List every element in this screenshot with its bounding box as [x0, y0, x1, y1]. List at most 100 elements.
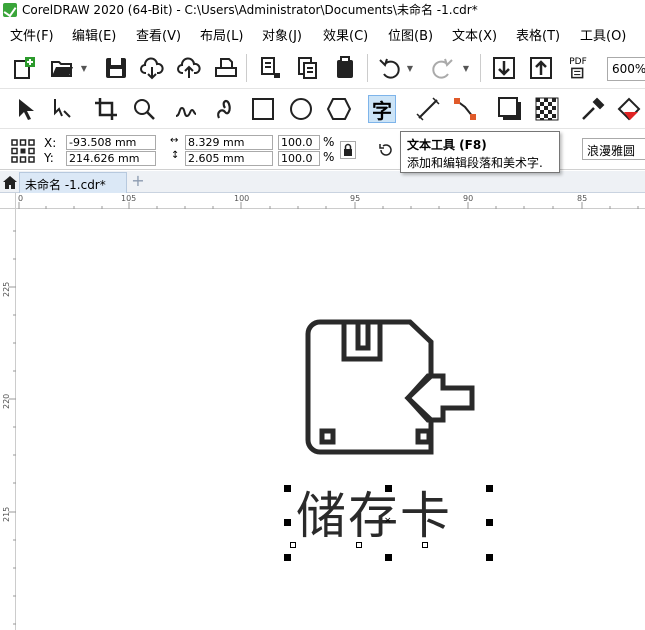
floppy-disk-artwork[interactable]	[298, 312, 483, 464]
menu-view[interactable]: 查看(V)	[136, 25, 181, 44]
cloud-upload-button[interactable]	[175, 54, 203, 82]
arrow-up-box-icon	[530, 57, 552, 79]
pick-tool-button[interactable]	[10, 95, 38, 123]
new-document-icon	[14, 57, 35, 79]
redo-button[interactable]	[428, 54, 456, 82]
shape-tool-button[interactable]	[48, 95, 76, 123]
dimension-tool-button[interactable]	[414, 95, 442, 123]
artwork-text[interactable]: 储存卡	[296, 486, 496, 546]
save-button[interactable]	[102, 54, 130, 82]
font-list-field[interactable]: 浪漫雅圆	[582, 138, 645, 160]
menu-layout[interactable]: 布局(L)	[200, 25, 243, 44]
home-icon[interactable]	[2, 174, 18, 190]
text-tool-button[interactable]: 字	[368, 95, 396, 123]
scale-width-field[interactable]: 100.0	[278, 135, 320, 150]
add-tab-icon[interactable]: +	[130, 173, 146, 190]
menu-edit[interactable]: 编辑(E)	[72, 25, 116, 44]
document-tab[interactable]: 未命名 -1.cdr*	[19, 172, 127, 193]
vertical-ruler[interactable]: 225 220 215	[0, 209, 16, 630]
redo-dropdown[interactable]: ▼	[462, 54, 470, 82]
y-position-field[interactable]: 214.626 mm	[66, 151, 156, 166]
menu-table[interactable]: 表格(T)	[516, 25, 560, 44]
selection-handle[interactable]	[284, 485, 291, 492]
selection-handle[interactable]	[486, 554, 493, 561]
eyedropper-icon	[582, 97, 605, 120]
object-origin-icon[interactable]	[11, 139, 35, 163]
import-button[interactable]	[257, 54, 285, 82]
open-button[interactable]	[48, 54, 76, 82]
height-field[interactable]: 2.605 mm	[185, 151, 273, 166]
x-position-field[interactable]: -93.508 mm	[66, 135, 156, 150]
selection-handle[interactable]	[284, 554, 291, 561]
selection-handle[interactable]	[284, 519, 291, 526]
connector-tool-button[interactable]	[451, 95, 479, 123]
tooltip-title: 文本工具 (F8)	[407, 138, 487, 152]
y-label: Y:	[44, 151, 54, 165]
ruler-label: 95	[350, 194, 361, 203]
pointer-icon	[19, 99, 34, 120]
ruler-label: 90	[463, 194, 474, 203]
brush-curve-icon	[217, 99, 231, 119]
undo-button[interactable]	[376, 54, 404, 82]
undo-icon	[379, 58, 400, 79]
menu-object[interactable]: 对象(J)	[262, 25, 302, 44]
open-dropdown[interactable]: ▼	[80, 54, 88, 82]
menu-effects[interactable]: 效果(C)	[323, 25, 368, 44]
menu-file[interactable]: 文件(F)	[10, 25, 54, 44]
publish-button[interactable]	[331, 54, 359, 82]
ruler-origin[interactable]	[0, 193, 16, 209]
print-icon	[215, 58, 237, 77]
connector-icon	[454, 98, 476, 120]
ellipse-icon	[290, 98, 312, 120]
zoom-tool-button[interactable]	[130, 95, 158, 123]
tooltip-description: 添加和编辑段落和美术字.	[407, 156, 543, 170]
cloud-download-icon	[140, 57, 164, 80]
selection-handle[interactable]	[486, 519, 493, 526]
fill-tool-button[interactable]	[615, 95, 643, 123]
height-icon: ↕	[171, 150, 180, 161]
selection-handle[interactable]	[385, 554, 392, 561]
width-field[interactable]: 8.329 mm	[185, 135, 273, 150]
text-node-handle[interactable]	[290, 542, 296, 548]
export-arrow-button[interactable]	[527, 54, 555, 82]
horizontal-ruler[interactable]: 0 105 100 95 90 85	[16, 193, 645, 209]
selection-handle[interactable]	[486, 485, 493, 492]
ruler-label: 215	[2, 506, 11, 522]
text-tool-icon: 字	[372, 98, 392, 123]
lock-ratio-button[interactable]	[340, 141, 356, 159]
selection-handle[interactable]	[385, 485, 392, 492]
transparency-button[interactable]	[533, 95, 561, 123]
pdf-icon	[571, 67, 584, 78]
lock-icon	[344, 143, 352, 156]
eyedropper-button[interactable]	[579, 95, 607, 123]
polygon-tool-button[interactable]	[325, 95, 353, 123]
checkerboard-icon	[535, 97, 559, 121]
new-document-button[interactable]	[10, 54, 38, 82]
menu-text[interactable]: 文本(X)	[452, 25, 497, 44]
crop-tool-button[interactable]	[92, 95, 120, 123]
folder-open-icon	[51, 61, 73, 77]
scale-height-field[interactable]: 100.0	[278, 151, 320, 166]
text-node-handle[interactable]	[422, 542, 428, 548]
toolbar-separator	[246, 54, 247, 82]
percent-label: %	[323, 150, 335, 164]
publish-pdf-button[interactable]: PDF	[564, 54, 592, 82]
menu-tools[interactable]: 工具(O)	[580, 25, 626, 44]
rotate-icon[interactable]	[378, 142, 394, 158]
text-node-handle[interactable]	[356, 542, 362, 548]
zoom-level-field[interactable]: 600%	[607, 57, 645, 81]
cloud-download-button[interactable]	[138, 54, 166, 82]
toolbar-separator	[480, 54, 481, 82]
menu-bar: 文件(F) 编辑(E) 查看(V) 布局(L) 对象(J) 效果(C) 位图(B…	[0, 21, 645, 45]
print-button[interactable]	[212, 54, 240, 82]
drop-shadow-button[interactable]	[496, 95, 524, 123]
freehand-tool-button[interactable]	[172, 95, 200, 123]
rectangle-tool-button[interactable]	[249, 95, 277, 123]
menu-bitmaps[interactable]: 位图(B)	[388, 25, 433, 44]
export-button[interactable]	[294, 54, 322, 82]
import-arrow-button[interactable]	[490, 54, 518, 82]
artistic-media-button[interactable]	[212, 95, 240, 123]
save-icon	[106, 58, 126, 78]
ellipse-tool-button[interactable]	[287, 95, 315, 123]
undo-dropdown[interactable]: ▼	[406, 54, 414, 82]
